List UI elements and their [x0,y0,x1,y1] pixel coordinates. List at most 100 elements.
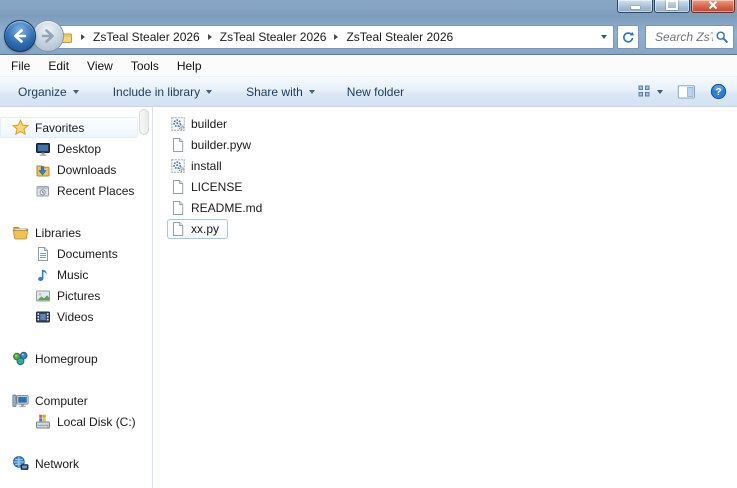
organize-label: Organize [18,85,67,99]
chevron-down-icon [73,90,79,94]
sidebar-section-network[interactable]: Network [0,453,152,474]
help-icon: ? [710,83,727,100]
file-name: install [191,159,222,173]
search-input[interactable] [653,29,715,45]
address-history-dropdown-icon[interactable] [601,35,607,39]
sidebar-item-label: Videos [57,310,93,324]
views-icon [637,85,652,98]
sidebar-item-label: Pictures [57,289,100,303]
menu-tools[interactable]: Tools [122,56,168,76]
new-folder-button[interactable]: New folder [337,81,414,103]
film-icon [35,309,51,325]
help-button[interactable]: ? [710,83,727,100]
file-item-license[interactable]: LICENSE [167,177,251,197]
preview-pane-button[interactable] [677,85,696,99]
file-list: builder builder.pyw [153,107,737,488]
sidebar-item-label: Documents [57,247,118,261]
sidebar-section-label: Favorites [35,121,84,135]
chevron-down-icon [657,90,663,94]
sidebar-item-label: Music [57,268,88,282]
sidebar-section-homegroup[interactable]: Homegroup [0,348,152,369]
breadcrumb-segment[interactable]: ZsTeal Stealer 2026 [93,30,200,44]
maximize-icon [666,0,678,10]
menu-view[interactable]: View [78,56,122,76]
back-button[interactable] [4,20,36,52]
preview-pane-icon [677,85,696,99]
menu-help[interactable]: Help [168,56,211,76]
file-name: builder.pyw [191,138,251,152]
views-button[interactable] [637,85,663,98]
sidebar-item-recent-places[interactable]: Recent Places [0,180,152,201]
computer-icon [12,392,29,409]
picture-icon [35,288,51,304]
breadcrumb-segment[interactable]: ZsTeal Stealer 2026 [346,30,453,44]
libraries-icon [12,224,29,241]
chevron-down-icon [206,90,212,94]
gear-script-icon [170,158,186,174]
close-button[interactable] [691,0,735,13]
organize-button[interactable]: Organize [8,81,89,103]
sidebar-section-label: Homegroup [35,352,98,366]
blank-file-icon [170,137,186,153]
sidebar-section-libraries[interactable]: Libraries [0,222,152,243]
file-item-readme-md[interactable]: README.md [167,198,271,218]
forward-button[interactable] [32,20,64,52]
refresh-icon [621,30,635,44]
desktop-icon [35,141,51,157]
sidebar-item-downloads[interactable]: Downloads [0,159,152,180]
breadcrumb-separator-icon [334,34,338,40]
sidebar-section-favorites[interactable]: Favorites [0,117,138,138]
breadcrumb-segment[interactable]: ZsTeal Stealer 2026 [220,30,327,44]
address-bar[interactable]: ZsTeal Stealer 2026 ZsTeal Stealer 2026 … [52,25,614,49]
blank-file-icon [170,221,186,237]
homegroup-icon [12,350,29,367]
include-in-library-label: Include in library [113,85,200,99]
downloads-folder-icon [35,162,51,178]
network-icon [12,455,29,472]
share-with-label: Share with [246,85,303,99]
refresh-button[interactable] [617,25,639,49]
share-with-button[interactable]: Share with [236,81,325,103]
minimize-button[interactable] [617,0,653,13]
menu-edit[interactable]: Edit [39,56,78,76]
chevron-down-icon [309,90,315,94]
svg-text:?: ? [715,87,721,98]
maximize-button[interactable] [654,0,690,13]
search-icon [715,30,729,44]
file-item-builder-pyw[interactable]: builder.pyw [167,135,260,155]
sidebar-item-desktop[interactable]: Desktop [0,138,152,159]
sidebar-item-videos[interactable]: Videos [0,306,152,327]
recent-places-icon [35,183,51,199]
navigation-pane: Favorites Desktop Downloads [0,107,153,488]
include-in-library-button[interactable]: Include in library [103,81,222,103]
file-name: LICENSE [191,180,242,194]
breadcrumb-separator-icon [208,34,212,40]
file-item-builder[interactable]: builder [167,114,236,134]
sidebar-section-computer[interactable]: Computer [0,390,152,411]
blank-file-icon [170,200,186,216]
close-icon [708,0,718,10]
file-item-install[interactable]: install [167,156,231,176]
sidebar-item-local-disk-c[interactable]: Local Disk (C:) [0,411,152,432]
window-controls [617,0,735,13]
file-name: README.md [191,201,262,215]
sidebar-item-label: Local Disk (C:) [57,415,136,429]
sidebar-item-music[interactable]: Music [0,264,152,285]
title-bar: ZsTeal Stealer 2026 ZsTeal Stealer 2026 … [0,0,737,55]
command-toolbar: Organize Include in library Share with N… [0,76,737,107]
blank-file-icon [170,179,186,195]
menu-file[interactable]: File [2,56,39,76]
search-box [645,25,734,49]
sidebar-section-label: Network [35,457,79,471]
file-name: xx.py [191,222,219,236]
forward-icon [38,26,58,46]
file-name: builder [191,117,227,131]
explorer-window: ZsTeal Stealer 2026 ZsTeal Stealer 2026 … [0,0,737,488]
gear-script-icon [170,116,186,132]
sidebar-item-pictures[interactable]: Pictures [0,285,152,306]
sidebar-item-documents[interactable]: Documents [0,243,152,264]
file-item-xx-py[interactable]: xx.py [167,219,228,239]
sidebar-section-label: Libraries [35,226,81,240]
file-row: builder [167,113,737,134]
sidebar-scrollbar-thumb[interactable] [139,109,149,135]
